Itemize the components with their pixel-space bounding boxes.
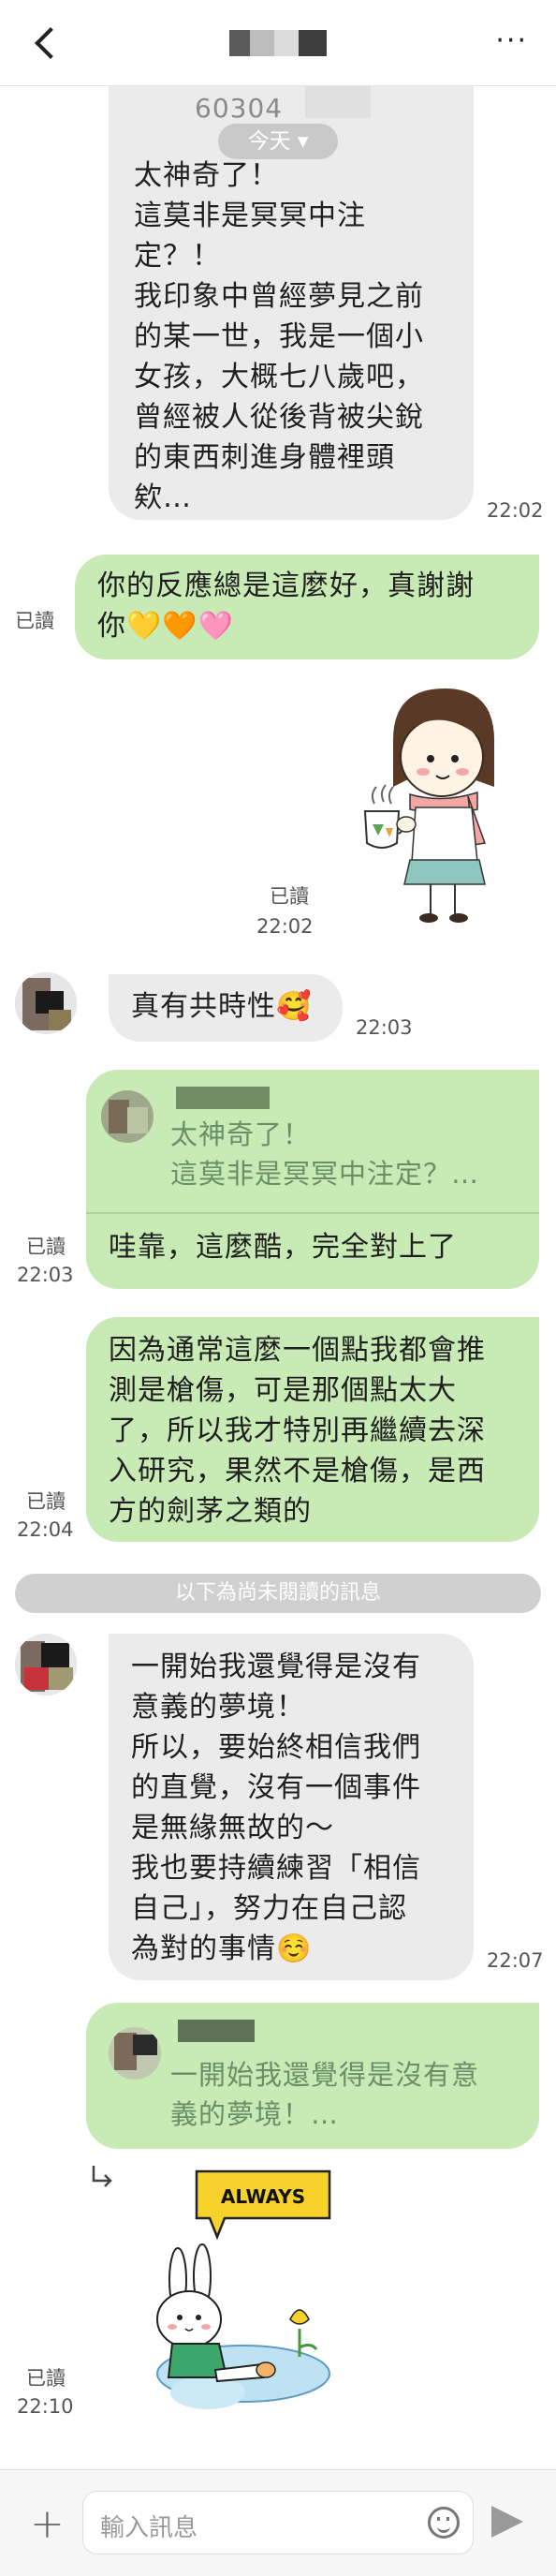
outgoing-message-bubble[interactable]: 因為通常這麼一個點我都會推 測是槍傷，可是那個點太大 了，所以我才特別再繼續去深… <box>86 1317 539 1542</box>
sticker-always-text: ALWAYS <box>221 2185 305 2208</box>
message-text: 太神奇了！ 這莫非是冥冥中注 定？！ 我印象中曾經夢見之前 的某一世，我是一個小… <box>134 159 424 514</box>
girl-holding-tea-sticker[interactable] <box>337 684 524 927</box>
message-time: 22:10 <box>17 2395 74 2418</box>
outgoing-message-bubble[interactable]: 你的反應總是這麼好，真謝謝 你💛🧡🩷 <box>75 555 539 659</box>
chat-title-blurred <box>229 30 327 56</box>
message-time: 22:07 <box>487 1949 544 1972</box>
read-receipt: 已讀 <box>26 1236 66 1258</box>
read-receipt: 已讀 <box>26 1490 66 1513</box>
chat-header: ··· <box>0 0 556 86</box>
message-time: 22:03 <box>17 1264 74 1286</box>
message-text: 一開始我還覺得是沒有 意義的夢境！ 所以，要始終相信我們 的直覺，沒有一個事件 … <box>131 1651 421 1965</box>
contact-avatar[interactable] <box>15 972 77 1034</box>
message-text: 因為通常這麼一個點我都會推 測是槍傷，可是那個點太大 了，所以我才特別再繼續去深… <box>109 1334 486 1528</box>
more-dots-icon[interactable]: ··· <box>495 27 528 55</box>
quote-divider <box>86 1212 539 1214</box>
incoming-message-bubble[interactable]: 一開始我還覺得是沒有 意義的夢境！ 所以，要始終相信我們 的直覺，沒有一個事件 … <box>109 1634 474 1980</box>
back-chevron-icon[interactable] <box>28 24 66 62</box>
send-icon[interactable] <box>491 2506 523 2538</box>
message-time: 22:02 <box>487 499 544 522</box>
today-date-pill[interactable]: 今天 ▾ <box>218 124 338 159</box>
read-receipt: 已讀 <box>15 610 54 632</box>
outgoing-reply-bubble[interactable]: 一開始我還覺得是沒有意 義的夢境！… <box>86 2003 539 2149</box>
message-input-placeholder: 輸入訊息 <box>100 2514 198 2542</box>
unread-divider: 以下為尚未閱讀的訊息 <box>15 1574 541 1613</box>
message-text: 哇靠，這麼酷，完全對上了 <box>109 1231 457 1264</box>
message-time: 22:04 <box>17 1518 74 1541</box>
plus-icon[interactable]: + <box>30 2504 65 2545</box>
quoted-message-text: 太神奇了！ 這莫非是冥冥中注定？… <box>170 1118 480 1190</box>
message-text: 真有共時性🥰 <box>131 990 313 1023</box>
quoted-sender-name-blurred <box>176 1087 270 1109</box>
outgoing-reply-bubble[interactable]: 太神奇了！ 這莫非是冥冥中注定？… 哇靠，這麼酷，完全對上了 <box>86 1070 539 1289</box>
quoted-sender-avatar <box>101 1090 154 1143</box>
bunny-always-sticker[interactable]: ALWAYS <box>140 2169 337 2422</box>
quoted-sender-avatar <box>109 2027 161 2080</box>
read-receipt: 已讀 <box>26 2367 66 2390</box>
message-time: 22:02 <box>256 915 314 938</box>
incoming-message-bubble[interactable]: 真有共時性🥰 <box>109 974 343 1042</box>
partial-text: 60304 <box>195 93 284 124</box>
quoted-message-text: 一開始我還覺得是沒有意 義的夢境！… <box>170 2059 480 2130</box>
quoted-sender-name-blurred <box>178 2020 255 2042</box>
message-text: 你的反應總是這麼好，真謝謝 你💛🧡🩷 <box>97 570 475 643</box>
partial-text-blur <box>305 84 371 118</box>
message-composer: + 輸入訊息 <box>0 2469 556 2576</box>
reply-arrow-icon <box>88 2164 116 2192</box>
contact-avatar[interactable] <box>15 1634 77 1695</box>
message-time: 22:03 <box>356 1016 413 1039</box>
read-receipt: 已讀 <box>270 885 309 908</box>
message-input[interactable]: 輸入訊息 <box>82 2491 474 2554</box>
smiley-icon[interactable] <box>428 2507 460 2539</box>
